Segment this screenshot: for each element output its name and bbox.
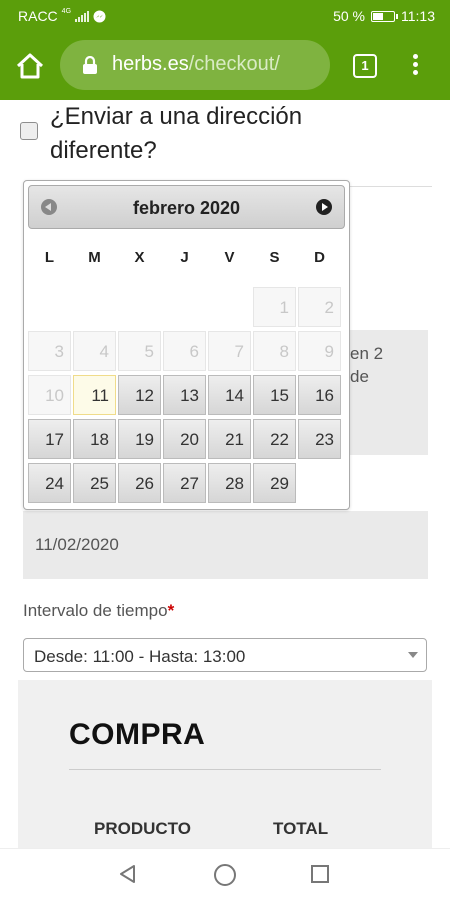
messenger-icon — [93, 10, 106, 22]
calendar-day: 4 — [73, 331, 116, 371]
calendar-day[interactable]: 21 — [208, 419, 251, 459]
section-divider — [350, 186, 432, 187]
battery-percent: 50 % — [333, 8, 365, 24]
calendar-day: 10 — [28, 375, 71, 415]
home-nav-icon[interactable] — [214, 864, 236, 886]
system-nav-bar — [0, 848, 450, 900]
weekday-label: D — [314, 249, 325, 266]
calendar-day[interactable]: 27 — [163, 463, 206, 503]
network-type-label: 4G — [61, 7, 72, 15]
calendar-day[interactable]: 18 — [73, 419, 116, 459]
order-notes-placeholder: en 2 de — [350, 342, 383, 388]
weekday-label: S — [269, 249, 280, 266]
datepicker-grid: L M X J V S D 1 2 3 4 5 6 7 8 9 10 11 12 13 14 15 16 17 18 19 20 21… — [28, 243, 346, 503]
notes-line: de — [350, 367, 369, 386]
next-month-icon[interactable] — [316, 199, 332, 215]
carrier-label: RACC — [18, 8, 58, 24]
calendar-day: 1 — [253, 287, 296, 327]
calendar-day[interactable]: 12 — [118, 375, 161, 415]
lock-icon — [83, 56, 97, 74]
browser-chrome: RACC 4G 50 % 11:13 herbs.es/checkout/ 1 — [0, 0, 450, 100]
url-domain: herbs.es — [112, 53, 189, 75]
weekday-label: M — [88, 249, 101, 266]
weekday-label: V — [224, 249, 235, 266]
calendar-day[interactable]: 26 — [118, 463, 161, 503]
calendar-day[interactable]: 22 — [253, 419, 296, 459]
calendar-day[interactable]: 20 — [163, 419, 206, 459]
url-path: /checkout/ — [188, 53, 280, 75]
calendar-day[interactable]: 14 — [208, 375, 251, 415]
calendar-day[interactable]: 24 — [28, 463, 71, 503]
calendar-day[interactable]: 25 — [73, 463, 116, 503]
order-summary: COMPRA PRODUCTO TOTAL — [18, 680, 432, 848]
column-header-product: PRODUCTO — [94, 819, 191, 838]
back-icon[interactable] — [118, 864, 138, 884]
weekday-label: X — [134, 249, 145, 266]
overflow-menu-icon[interactable] — [405, 52, 425, 80]
ship-different-checkbox[interactable] — [20, 122, 38, 140]
weekday-label: L — [44, 249, 55, 266]
calendar-day: 7 — [208, 331, 251, 371]
tab-switcher-button[interactable]: 1 — [353, 54, 377, 78]
recent-apps-icon[interactable] — [311, 865, 329, 883]
calendar-day: 6 — [163, 331, 206, 371]
interval-label: Intervalo de tiempo* — [23, 601, 174, 621]
ship-different-label[interactable]: ¿Enviar a una dirección diferente? — [50, 100, 410, 168]
calendar-day: 8 — [253, 331, 296, 371]
signal-icon — [75, 10, 90, 22]
calendar-day[interactable]: 13 — [163, 375, 206, 415]
order-divider — [69, 769, 381, 770]
weekday-header-row: LMXJVSD — [28, 243, 346, 269]
interval-select[interactable]: Desde: 11:00 - Hasta: 13:00 — [23, 638, 427, 672]
clock: 11:13 — [401, 8, 435, 24]
calendar-day[interactable]: 19 — [118, 419, 161, 459]
home-icon[interactable] — [14, 50, 46, 82]
url-text: herbs.es/checkout/ — [112, 53, 280, 76]
interval-select-value: Desde: 11:00 - Hasta: 13:00 — [34, 647, 246, 666]
dropdown-arrow-icon — [408, 652, 418, 658]
calendar-day: 3 — [28, 331, 71, 371]
datepicker-header: febrero 2020 — [28, 185, 345, 229]
calendar-day-today[interactable]: 11 — [73, 375, 116, 415]
battery-icon — [371, 10, 398, 22]
column-header-total: TOTAL — [273, 819, 329, 838]
address-bar[interactable]: herbs.es/checkout/ — [60, 40, 330, 90]
datepicker-popup: febrero 2020 L M X J V S D 1 2 3 4 5 6 7 8 9 10 11 12 13 14 1… — [23, 180, 350, 510]
calendar-day[interactable]: 16 — [298, 375, 341, 415]
delivery-date-input[interactable]: 11/02/2020 — [23, 511, 428, 579]
calendar-day[interactable]: 29 — [253, 463, 296, 503]
ship-different-row: ¿Enviar a una dirección diferente? — [20, 100, 440, 180]
browser-toolbar: herbs.es/checkout/ 1 — [0, 32, 450, 100]
calendar-day: 2 — [298, 287, 341, 327]
status-bar: RACC 4G 50 % 11:13 — [0, 0, 450, 32]
required-mark: * — [167, 601, 175, 620]
weekday-label: J — [180, 249, 189, 266]
delivery-date-value: 11/02/2020 — [35, 535, 119, 554]
calendar-day: 9 — [298, 331, 341, 371]
calendar-day[interactable]: 28 — [208, 463, 251, 503]
calendar-day[interactable]: 23 — [298, 419, 341, 459]
calendar-day[interactable]: 15 — [253, 375, 296, 415]
interval-label-text: Intervalo de tiempo — [23, 601, 168, 620]
calendar-day: 5 — [118, 331, 161, 371]
order-title: COMPRA — [69, 718, 206, 751]
calendar-day[interactable]: 17 — [28, 419, 71, 459]
datepicker-month-title: febrero 2020 — [132, 198, 241, 218]
notes-line: en 2 — [350, 344, 384, 363]
